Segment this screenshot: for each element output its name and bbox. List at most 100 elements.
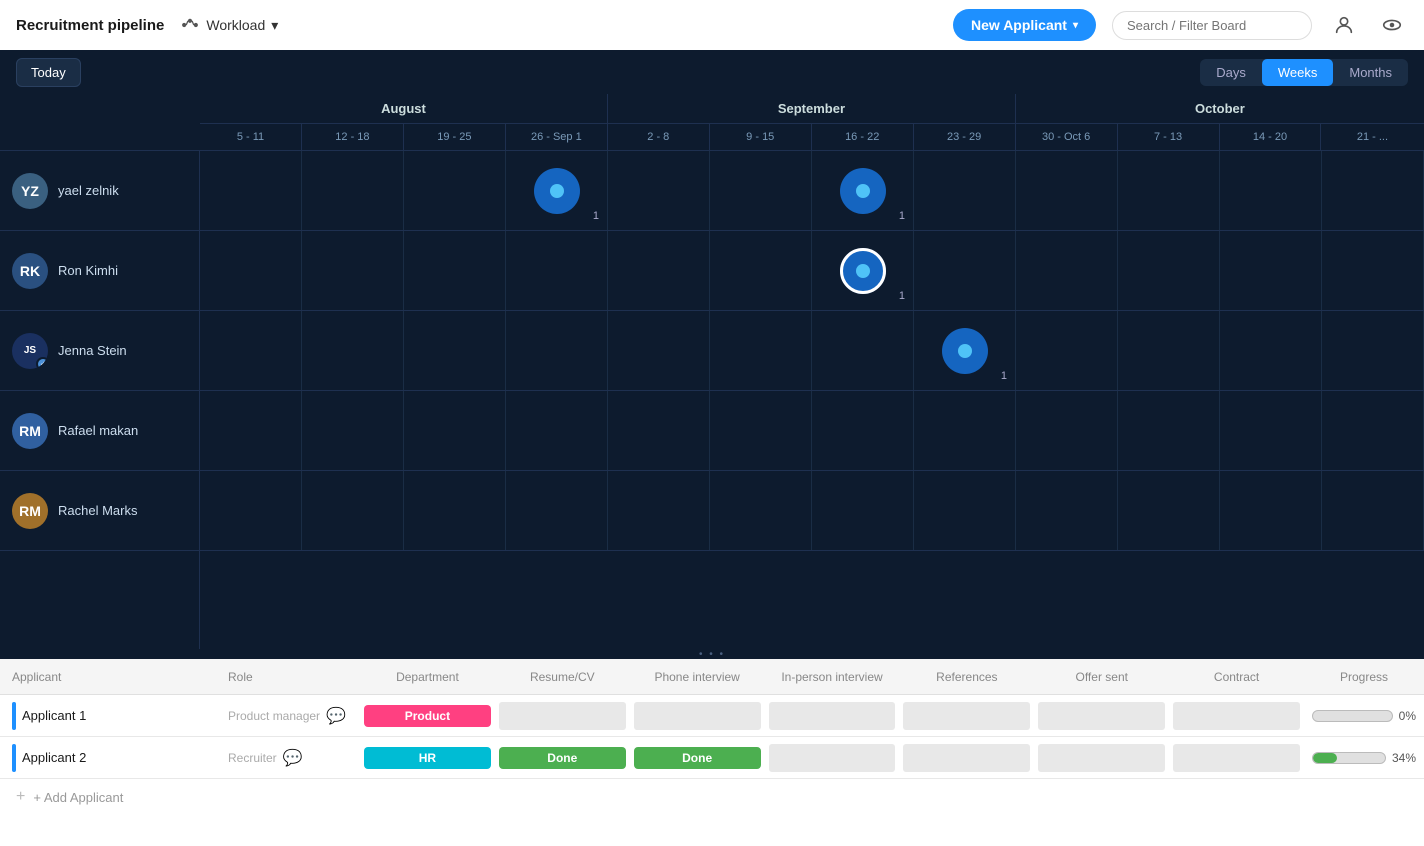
th-references: References	[899, 670, 1034, 684]
label-col-spacer	[0, 94, 200, 150]
chat-icon[interactable]: 💬	[326, 706, 346, 726]
gantt-cell	[608, 311, 710, 390]
tab-days[interactable]: Days	[1200, 59, 1262, 86]
gantt-cell	[506, 231, 608, 310]
gantt-cell	[302, 471, 404, 550]
event-count: 1	[899, 210, 905, 222]
gantt-event[interactable]	[942, 328, 988, 374]
gantt-cell	[608, 471, 710, 550]
user-profile-button[interactable]	[1328, 9, 1360, 41]
list-item: RM Rafael makan	[0, 391, 199, 471]
gantt-event[interactable]	[534, 168, 580, 214]
gantt-cell	[1322, 471, 1424, 550]
gantt-cell	[1220, 391, 1322, 470]
progress-bar	[1312, 752, 1386, 764]
td-contract-1	[1169, 702, 1304, 730]
workload-button[interactable]: Workload ▾	[180, 15, 278, 35]
today-button[interactable]: Today	[16, 58, 81, 87]
event-dot	[856, 184, 870, 198]
td-role-1: Product manager 💬	[220, 706, 360, 726]
chevron-down-icon: ▾	[1073, 20, 1078, 31]
gantt-cell	[914, 391, 1016, 470]
th-department: Department	[360, 670, 495, 684]
divider-dots: • • •	[699, 649, 725, 660]
gantt-cell	[506, 391, 608, 470]
list-item: YZ yael zelnik	[0, 151, 199, 231]
gantt-cell	[1016, 311, 1118, 390]
gantt-cell	[302, 311, 404, 390]
plus-icon: +	[16, 788, 25, 806]
tab-weeks[interactable]: Weeks	[1262, 59, 1334, 86]
week-cell: 21 - ...	[1321, 124, 1423, 150]
td-references-1	[899, 702, 1034, 730]
gantt-cell	[404, 471, 506, 550]
gantt-cell	[710, 471, 812, 550]
gantt-labels: YZ yael zelnik RK Ron Kimhi JS ✓ Jenna S…	[0, 151, 200, 649]
td-inperson-1	[765, 702, 900, 730]
td-references-2	[899, 744, 1034, 772]
divider-handle[interactable]: • • •	[0, 649, 1424, 659]
gantt-cell	[1322, 311, 1424, 390]
avatar: YZ	[12, 173, 48, 209]
week-cell: 9 - 15	[710, 124, 812, 150]
gantt-cell	[1322, 151, 1424, 230]
gantt-cell	[1118, 231, 1220, 310]
person-name: Jenna Stein	[58, 343, 127, 358]
gantt-cell	[1220, 471, 1322, 550]
new-applicant-label: New Applicant	[971, 17, 1067, 33]
chevron-down-icon: ▾	[271, 17, 278, 34]
bottom-table: Applicant Role Department Resume/CV Phon…	[0, 659, 1424, 846]
gantt-event[interactable]	[840, 168, 886, 214]
gantt-cell	[812, 311, 914, 390]
row-indicator	[12, 702, 16, 730]
event-dot	[958, 344, 972, 358]
gantt-cell	[200, 231, 302, 310]
add-applicant-label: + Add Applicant	[33, 790, 123, 805]
gantt-cell	[302, 231, 404, 310]
gantt-timeline: 1 1	[200, 151, 1424, 649]
avatar: RM	[12, 413, 48, 449]
td-resume-1	[495, 702, 630, 730]
td-progress-2: 34%	[1304, 751, 1424, 765]
new-applicant-button[interactable]: New Applicant ▾	[953, 9, 1096, 41]
user-icon	[1333, 14, 1355, 36]
week-cell: 5 - 11	[200, 124, 302, 150]
gantt-cell	[404, 311, 506, 390]
gantt-cell	[710, 391, 812, 470]
table-header: Applicant Role Department Resume/CV Phon…	[0, 659, 1424, 695]
chat-icon[interactable]: 💬	[283, 748, 303, 768]
month-october: October	[1016, 94, 1424, 123]
role-name: Product manager	[228, 709, 320, 723]
gantt-cell	[1016, 471, 1118, 550]
eye-button[interactable]	[1376, 9, 1408, 41]
td-phone-2: Done	[630, 747, 765, 769]
gantt-row-ron: 1	[200, 231, 1424, 311]
list-item: RM Rachel Marks	[0, 471, 199, 551]
gantt-cell	[506, 471, 608, 550]
gantt-cell	[608, 391, 710, 470]
week-cell: 23 - 29	[914, 124, 1016, 150]
week-cell: 7 - 13	[1118, 124, 1220, 150]
table-row: Applicant 2 Recruiter 💬 HR Done Done	[0, 737, 1424, 779]
gantt-cell	[1322, 231, 1424, 310]
view-tabs: Days Weeks Months	[1200, 59, 1408, 86]
timeline-header: August September October 5 - 11 12 - 18 …	[200, 94, 1424, 150]
gantt-toolbar: Today Days Weeks Months	[0, 50, 1424, 94]
th-phone: Phone interview	[630, 670, 765, 684]
workload-icon	[180, 15, 200, 35]
progress-bar	[1312, 710, 1393, 722]
progress-bar-fill	[1313, 753, 1337, 763]
gantt-cell	[200, 471, 302, 550]
gantt-cell	[1016, 151, 1118, 230]
gantt-cell	[710, 151, 812, 230]
search-input[interactable]	[1112, 11, 1312, 40]
event-dot	[550, 184, 564, 198]
td-inperson-2	[765, 744, 900, 772]
gantt-cell	[1322, 391, 1424, 470]
tab-months[interactable]: Months	[1333, 59, 1408, 86]
event-count: 1	[1001, 370, 1007, 382]
add-applicant-button[interactable]: + + Add Applicant	[0, 779, 1424, 815]
gantt-cell	[1118, 391, 1220, 470]
gantt-event[interactable]	[840, 248, 886, 294]
table-row: Applicant 1 Product manager 💬 Product	[0, 695, 1424, 737]
